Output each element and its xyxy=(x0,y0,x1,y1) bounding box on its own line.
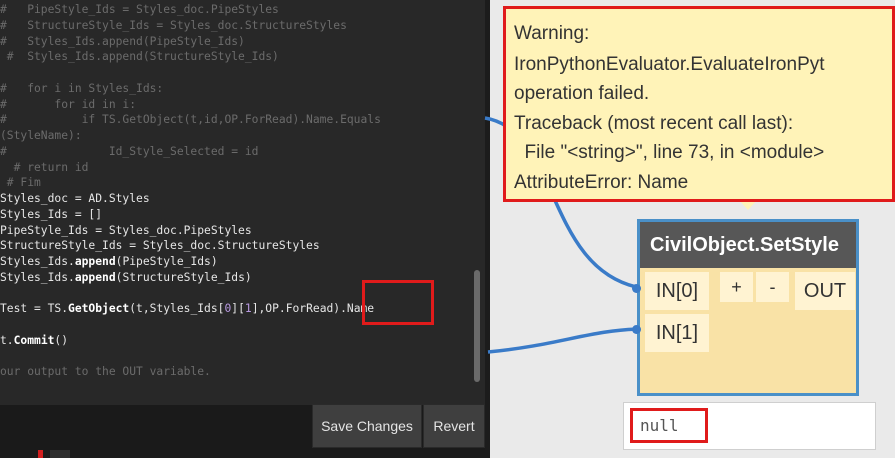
warning-pointer xyxy=(738,199,758,210)
output-preview: null xyxy=(623,402,876,450)
preview-value: null xyxy=(640,416,679,435)
civilobject-setstyle-node[interactable]: CivilObject.SetStyle IN[0] + - OUT IN[1] xyxy=(637,219,859,396)
warning-line: IronPythonEvaluator.EvaluateIronPyt xyxy=(514,54,825,75)
output-port-out[interactable]: OUT xyxy=(795,272,855,310)
warning-line: Traceback (most recent call last): xyxy=(514,113,794,134)
input-port-in1[interactable]: IN[1] xyxy=(645,314,709,352)
warning-line: AttributeError: Name xyxy=(514,172,689,193)
input-connector-dot[interactable] xyxy=(632,284,641,293)
node-title[interactable]: CivilObject.SetStyle xyxy=(640,222,856,268)
warning-bubble: Warning: IronPythonEvaluator.EvaluateIro… xyxy=(504,6,895,201)
remove-input-button[interactable]: - xyxy=(756,272,789,302)
input-connector-dot[interactable] xyxy=(632,325,641,334)
input-port-in0[interactable]: IN[0] xyxy=(645,272,709,310)
warning-line: operation failed. xyxy=(514,83,650,104)
warning-title: Warning: xyxy=(514,23,590,44)
warning-line: File "<string>", line 73, in <module> xyxy=(514,142,825,163)
add-input-button[interactable]: + xyxy=(720,272,753,302)
wire-in1 xyxy=(487,327,642,354)
